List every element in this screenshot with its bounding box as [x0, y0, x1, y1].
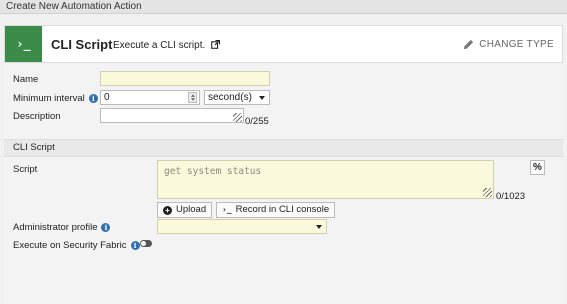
- chevron-down-icon: [316, 225, 322, 229]
- description-input[interactable]: [100, 108, 244, 123]
- minimum-interval-label-text: Minimum interval: [13, 93, 85, 104]
- plus-icon: +: [163, 205, 172, 215]
- administrator-profile-select[interactable]: [157, 219, 327, 234]
- administrator-profile-label: Administrator profile i: [13, 222, 111, 233]
- cli-script-section-header: CLI Script: [4, 139, 563, 157]
- upload-button[interactable]: + Upload: [157, 202, 213, 218]
- interval-unit-value: second(s): [208, 92, 252, 103]
- description-counter: 0/255: [245, 116, 269, 127]
- script-counter: 0/1023: [496, 191, 526, 202]
- special-characters-button[interactable]: %: [530, 160, 545, 175]
- script-textarea[interactable]: get system status: [157, 160, 494, 199]
- security-fabric-label-text: Execute on Security Fabric: [13, 240, 127, 251]
- info-icon[interactable]: i: [88, 94, 98, 103]
- action-type-header: ›_ CLI Script Execute a CLI script. CHAN…: [4, 25, 563, 63]
- toggle-knob: [141, 241, 146, 246]
- action-form: Name Minimum interval i 0 second(s) Descr…: [4, 64, 563, 304]
- pencil-icon: [464, 39, 474, 50]
- administrator-profile-label-text: Administrator profile: [13, 222, 98, 233]
- info-icon[interactable]: i: [130, 241, 140, 250]
- action-type-description[interactable]: Execute a CLI script.: [113, 40, 221, 51]
- dialog-title: Create New Automation Action: [0, 0, 567, 14]
- terminal-icon: ›_: [5, 26, 42, 62]
- interval-unit-select[interactable]: second(s): [204, 90, 270, 105]
- change-type-label: CHANGE TYPE: [479, 39, 554, 50]
- record-in-cli-console-button[interactable]: ›_ Record in CLI console: [216, 202, 336, 218]
- record-button-label: Record in CLI console: [235, 204, 330, 215]
- name-label: Name: [13, 74, 39, 85]
- upload-button-label: Upload: [176, 204, 207, 215]
- resize-handle-icon[interactable]: [233, 113, 242, 122]
- minimum-interval-label: Minimum interval i: [13, 93, 98, 104]
- security-fabric-label: Execute on Security Fabric i: [13, 240, 140, 251]
- chevron-down-icon: [259, 96, 265, 100]
- external-link-icon[interactable]: [211, 40, 221, 49]
- number-stepper[interactable]: [188, 92, 197, 103]
- script-placeholder: get system status: [164, 166, 262, 177]
- description-label: Description: [13, 111, 61, 122]
- action-type-title: CLI Script: [51, 37, 113, 52]
- minimum-interval-value: 0: [104, 92, 110, 103]
- resize-handle-icon[interactable]: [483, 188, 492, 197]
- change-type-button[interactable]: CHANGE TYPE: [463, 39, 554, 50]
- action-type-description-text: Execute a CLI script.: [113, 40, 206, 51]
- name-input[interactable]: [100, 71, 270, 86]
- minimum-interval-input[interactable]: 0: [100, 90, 200, 105]
- info-icon[interactable]: i: [101, 223, 111, 232]
- security-fabric-toggle[interactable]: [140, 240, 152, 247]
- script-label: Script: [13, 164, 38, 175]
- terminal-icon: ›_: [222, 205, 232, 214]
